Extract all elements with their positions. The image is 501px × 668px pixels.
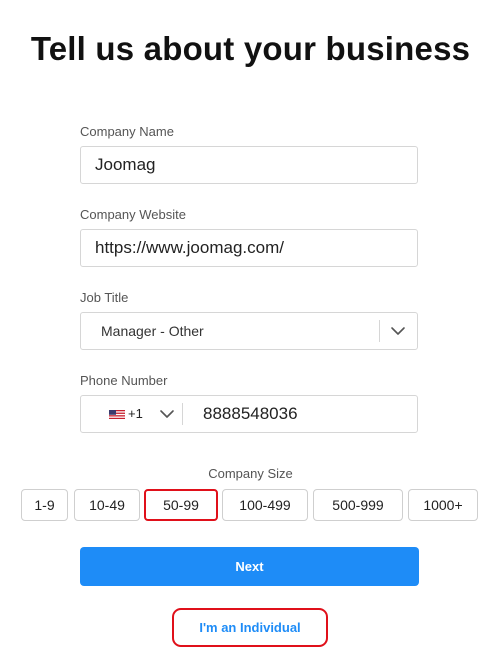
size-option-1-9[interactable]: 1-9 xyxy=(21,489,68,521)
phone-number-input[interactable] xyxy=(183,396,415,432)
country-code-selector[interactable]: +1 xyxy=(81,396,182,432)
size-option-500-999[interactable]: 500-999 xyxy=(313,489,403,521)
company-size-label: Company Size xyxy=(208,466,293,481)
size-option-100-499[interactable]: 100-499 xyxy=(222,489,308,521)
select-divider xyxy=(379,320,380,342)
page-title: Tell us about your business xyxy=(30,30,471,67)
phone-number-label: Phone Number xyxy=(80,373,168,388)
company-name-input[interactable] xyxy=(81,147,417,183)
company-name-label: Company Name xyxy=(80,124,174,139)
job-title-label: Job Title xyxy=(80,290,129,305)
chevron-down-icon[interactable] xyxy=(390,324,406,338)
company-website-label: Company Website xyxy=(80,207,186,222)
phone-number-field-box: +1 xyxy=(80,395,418,433)
next-button[interactable]: Next xyxy=(80,547,419,586)
size-option-1000-plus[interactable]: 1000+ xyxy=(408,489,478,521)
company-website-input[interactable] xyxy=(81,230,417,266)
us-flag-icon xyxy=(109,410,125,419)
individual-button[interactable]: I'm an Individual xyxy=(172,608,328,647)
company-website-field-box xyxy=(80,229,418,267)
job-title-select[interactable]: Manager - Other xyxy=(80,312,418,350)
country-code: +1 xyxy=(128,406,143,421)
size-option-10-49[interactable]: 10-49 xyxy=(74,489,140,521)
company-name-field-box xyxy=(80,146,418,184)
job-title-selected-value: Manager - Other xyxy=(101,323,204,339)
size-option-50-99[interactable]: 50-99 xyxy=(144,489,218,521)
chevron-down-icon xyxy=(160,410,174,418)
